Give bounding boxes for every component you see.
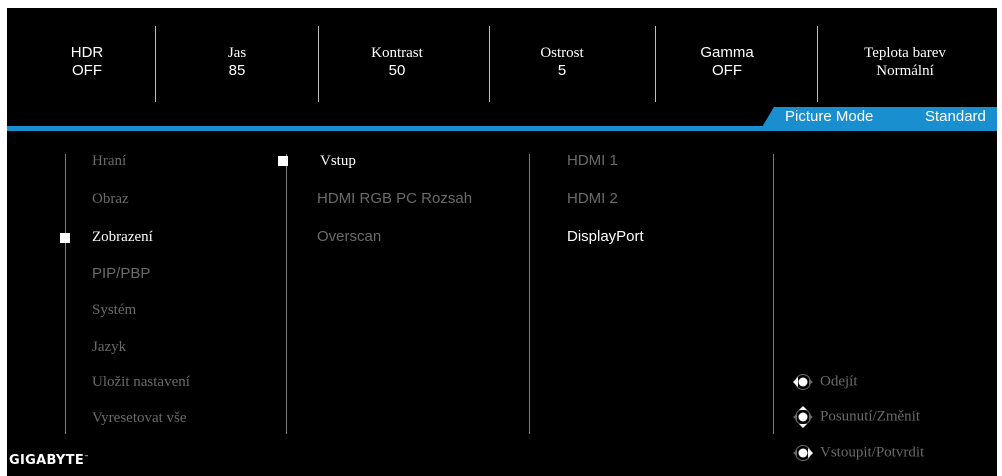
submenu-item-overscan[interactable]: Overscan <box>317 228 381 246</box>
kontrast-value: 50 <box>388 62 406 79</box>
menu-item-vyresetovat[interactable]: Vyresetovat vše <box>92 409 187 427</box>
column-divider <box>65 154 66 434</box>
selection-marker <box>278 156 288 166</box>
status-divider <box>318 26 319 102</box>
menu-item-obraz[interactable]: Obraz <box>92 190 129 208</box>
osd-panel: HDR OFF Jas 85 Kontrast 50 Ostrost 5 Gam… <box>7 8 997 476</box>
submenu-item-hdmi-rgb[interactable]: HDMI RGB PC Rozsah <box>317 190 472 208</box>
column-divider <box>773 154 774 434</box>
selection-marker <box>60 233 70 243</box>
ostrost-label: Ostrost <box>540 45 584 61</box>
hint-enter: Vstoupit/Potvrdit <box>790 443 924 463</box>
joystick-right-icon <box>793 445 813 461</box>
ostrost-status: Ostrost 5 <box>522 44 602 80</box>
status-divider <box>155 26 156 102</box>
gamma-value: OFF <box>712 62 742 79</box>
menu-item-pip-pbp[interactable]: PIP/PBP <box>92 265 150 283</box>
option-displayport[interactable]: DisplayPort <box>567 228 644 246</box>
gamma-label: Gamma <box>700 44 754 61</box>
hdr-value: OFF <box>72 62 102 79</box>
gamma-status: Gamma OFF <box>682 44 772 80</box>
hdr-label: HDR <box>70 44 104 61</box>
header-separator <box>7 126 997 131</box>
menu-item-system[interactable]: Systém <box>92 301 136 319</box>
hdr-status: HDR OFF <box>57 44 117 80</box>
ostrost-value: 5 <box>557 62 567 79</box>
hint-exit-label: Odejít <box>820 373 858 390</box>
hint-exit: Odejít <box>790 372 858 392</box>
picture-mode-label: Picture Mode <box>785 108 874 125</box>
menu-item-zobrazeni[interactable]: Zobrazení <box>92 228 153 246</box>
teplota-value: Normální <box>876 63 934 79</box>
kontrast-label: Kontrast <box>371 45 423 61</box>
status-divider <box>655 26 656 102</box>
gigabyte-logo: GIGABYTE™ <box>9 453 90 468</box>
menu-item-hrani[interactable]: Hraní <box>92 152 126 170</box>
option-hdmi-1[interactable]: HDMI 1 <box>567 152 618 170</box>
menu-item-jazyk[interactable]: Jazyk <box>92 338 126 356</box>
joystick-left-icon <box>793 374 813 390</box>
column-divider <box>286 154 287 434</box>
column-divider <box>529 154 530 434</box>
hint-move-label: Posunutí/Změnit <box>820 408 921 425</box>
brand-name: GIGABYTE <box>9 453 84 468</box>
submenu-item-vstup[interactable]: Vstup <box>320 152 356 170</box>
jas-status: Jas 85 <box>207 44 267 80</box>
jas-value: 85 <box>228 62 246 79</box>
option-hdmi-2[interactable]: HDMI 2 <box>567 190 618 208</box>
joystick-up-down-icon <box>793 406 813 428</box>
teplota-label: Teplota barev <box>864 45 946 61</box>
menu-item-ulozit[interactable]: Uložit nastavení <box>92 373 190 391</box>
teplota-status: Teplota barev Normální <box>835 44 975 80</box>
kontrast-status: Kontrast 50 <box>352 44 442 80</box>
hint-move: Posunutí/Změnit <box>790 405 920 429</box>
picture-mode-value: Standard <box>925 108 986 125</box>
jas-label: Jas <box>227 45 247 61</box>
hint-enter-label: Vstoupit/Potvrdit <box>820 444 925 461</box>
status-divider <box>489 26 490 102</box>
status-divider <box>817 26 818 102</box>
